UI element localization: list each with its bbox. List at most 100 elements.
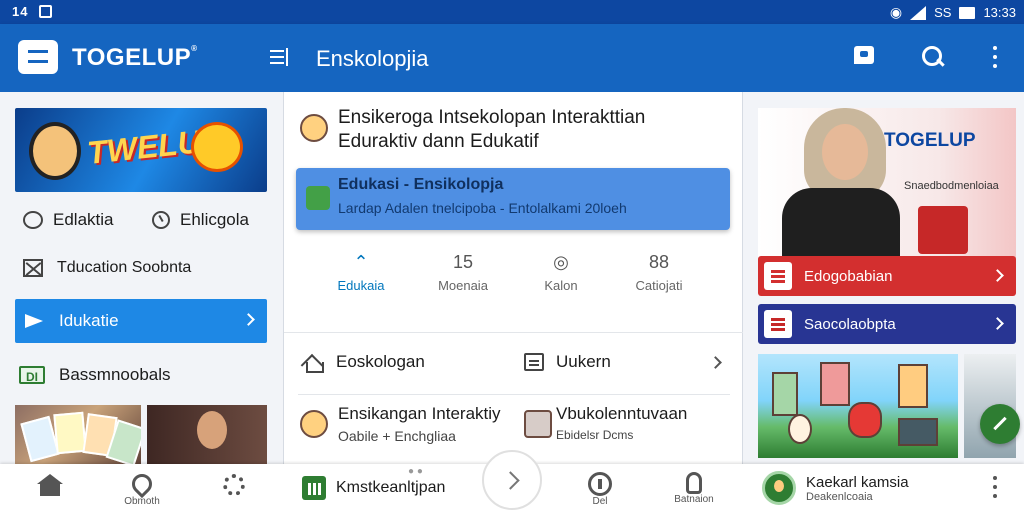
saocolaobpta-button[interactable]: Saocolaobpta bbox=[758, 304, 1016, 344]
avatar bbox=[300, 114, 328, 142]
app-bar: TOGELUP® Enskolopjia bbox=[0, 24, 1024, 92]
thumbnail-cards[interactable] bbox=[15, 405, 141, 467]
category-tabs: ⌃ Edukaia 15 Moenaia ◎ Kalon 88 Catiojat… bbox=[284, 252, 744, 308]
nav-featured-label: Kmstkeanltjpan bbox=[336, 479, 446, 496]
search-icon[interactable] bbox=[920, 44, 946, 70]
chevron-right-icon bbox=[991, 269, 1004, 282]
heading-line-2: Eduraktiv dann Edukatif bbox=[338, 131, 539, 152]
divider bbox=[284, 332, 744, 333]
nav-location[interactable]: Obmoth bbox=[118, 469, 166, 507]
bottom-more-icon[interactable] bbox=[990, 476, 1000, 502]
close-box-icon bbox=[23, 259, 43, 277]
chevron-right-icon bbox=[991, 317, 1004, 330]
highlight-title: Edukasi - Ensikolopja bbox=[338, 176, 504, 193]
signal-icon: ⌃ bbox=[353, 252, 369, 272]
tab-label: Kalon bbox=[544, 278, 578, 293]
row-label: Uukern bbox=[556, 352, 611, 371]
brand-logo: TOGELUP® bbox=[72, 44, 197, 72]
chat-icon bbox=[306, 186, 330, 210]
button-label: Saocolaobpta bbox=[804, 315, 896, 333]
tab-label: Catiojati bbox=[635, 278, 683, 293]
more-options-icon[interactable] bbox=[982, 44, 1008, 70]
target-icon: ◎ bbox=[553, 252, 569, 272]
clock-icon bbox=[152, 211, 170, 229]
brand-name: TOGELUP bbox=[72, 44, 192, 71]
highlight-subtitle: Lardap Adalen tnelcipoba - Entolalkami 2… bbox=[338, 200, 627, 216]
nav-notifications[interactable]: Batnaion bbox=[668, 470, 720, 505]
status-right: ◉ SS 13:33 bbox=[890, 4, 1016, 21]
list-item-title: Vbukolenntuvaan bbox=[556, 404, 688, 423]
banner-character bbox=[29, 122, 81, 180]
page-dots-icon: ● ● bbox=[408, 466, 423, 477]
promo-person-suit bbox=[782, 188, 900, 258]
promo-logo: TOGELUP bbox=[884, 130, 976, 151]
edogobabian-button[interactable]: Edogobabian bbox=[758, 256, 1016, 296]
row-uukern[interactable]: Uukern bbox=[524, 352, 724, 372]
send-icon bbox=[25, 312, 45, 330]
counter-icon: 15 bbox=[452, 252, 474, 272]
promo-caption: Snaedbodmenloiaa bbox=[904, 180, 999, 192]
signal-icon bbox=[910, 5, 927, 20]
sidebar-item-education[interactable]: Tducation Soobnta bbox=[15, 250, 267, 286]
sidebar-item-edlaktia[interactable]: Edlaktia bbox=[15, 202, 141, 238]
promo-banner[interactable]: TOGELUP Snaedbodmenloiaa bbox=[758, 108, 1016, 258]
avatar bbox=[524, 410, 552, 438]
nav-settings[interactable] bbox=[218, 470, 250, 496]
bookmark-icon[interactable] bbox=[852, 44, 878, 70]
sidebar-item-bassmnoobals[interactable]: DI Bassmnoobals bbox=[15, 357, 267, 393]
status-bar: 14 ◉ SS 13:33 bbox=[0, 0, 1024, 24]
edit-fab-icon[interactable] bbox=[980, 404, 1020, 444]
sidebar-item-label: Tducation Soobnta bbox=[57, 259, 192, 276]
list-item-subtitle: Oabile + Enchgliaa bbox=[338, 428, 456, 444]
chevron-right-icon bbox=[242, 313, 255, 326]
sidebar-item-idukatie[interactable]: Idukatie bbox=[15, 299, 267, 343]
list-item-subtitle: Ebidelsr Dcms bbox=[556, 428, 634, 442]
highlight-card[interactable]: Edukasi - Ensikolopja Lardap Adalen tnel… bbox=[296, 168, 730, 230]
di-badge: DI bbox=[19, 366, 45, 384]
nav-featured[interactable]: Kmstkeanltjpan bbox=[302, 476, 445, 500]
nav-home[interactable] bbox=[34, 470, 66, 496]
next-button[interactable] bbox=[482, 450, 542, 510]
brand-mark: ® bbox=[191, 44, 198, 53]
sidebar-item-label: Edlaktia bbox=[53, 210, 114, 229]
network-label: SS bbox=[934, 5, 952, 20]
game-banner[interactable]: TWELUP bbox=[15, 108, 267, 192]
tab-catiojati[interactable]: 88 Catiojati bbox=[614, 252, 704, 293]
profile-name: Kaekarl kamsia bbox=[806, 473, 909, 491]
list-item-title: Ensikangan Interaktiy bbox=[338, 404, 501, 423]
alarm-icon: ◉ bbox=[889, 4, 903, 20]
row-label: Eoskologan bbox=[336, 352, 425, 371]
compass-icon bbox=[588, 472, 612, 496]
bell-icon bbox=[686, 472, 702, 494]
sidebar-item-ehlicgola[interactable]: Ehlicgola bbox=[152, 202, 267, 238]
thumbnail-person[interactable] bbox=[147, 405, 267, 467]
thumbnail-person-figure bbox=[197, 411, 227, 449]
promo-person-face bbox=[822, 124, 868, 180]
profile-sub: Deakenlcoaia bbox=[806, 490, 873, 503]
grid-icon: 88 bbox=[648, 252, 670, 272]
bottom-nav: Obmoth Kmstkeanltjpan ● ● Del Batnaion K… bbox=[0, 450, 1024, 512]
left-panel: TWELUP Edlaktia Ehlicgola Tducation Soob… bbox=[0, 92, 283, 467]
menu-list-icon bbox=[764, 262, 792, 290]
divider bbox=[298, 394, 730, 395]
chat-bubble-icon bbox=[23, 211, 43, 229]
tab-edukaia[interactable]: ⌃ Edukaia bbox=[316, 252, 406, 293]
battery-icon bbox=[959, 6, 976, 19]
nav-profile[interactable]: Kaekarl kamsia Deakenlcoaia bbox=[762, 471, 909, 505]
nav-label: Del bbox=[592, 496, 608, 507]
menu-list-icon bbox=[764, 310, 792, 338]
chevron-right-icon bbox=[709, 356, 722, 369]
menu-button[interactable] bbox=[18, 40, 58, 74]
content-heading: Ensikeroga Intsekolopan Interakttian Edu… bbox=[338, 106, 728, 154]
sidebar-item-label: Idukatie bbox=[59, 311, 119, 330]
sidebar-toggle-icon[interactable] bbox=[270, 46, 288, 68]
tab-moenaia[interactable]: 15 Moenaia bbox=[418, 252, 508, 293]
avatar bbox=[300, 410, 328, 438]
row-eoskologan[interactable]: Eoskologan bbox=[302, 352, 425, 373]
tab-kalon[interactable]: ◎ Kalon bbox=[516, 252, 606, 293]
nav-compass[interactable]: Del bbox=[584, 470, 616, 507]
tab-label: Moenaia bbox=[438, 278, 488, 293]
banner-ball bbox=[191, 122, 243, 172]
game-scene-image[interactable] bbox=[758, 354, 958, 458]
profile-avatar bbox=[762, 471, 796, 505]
